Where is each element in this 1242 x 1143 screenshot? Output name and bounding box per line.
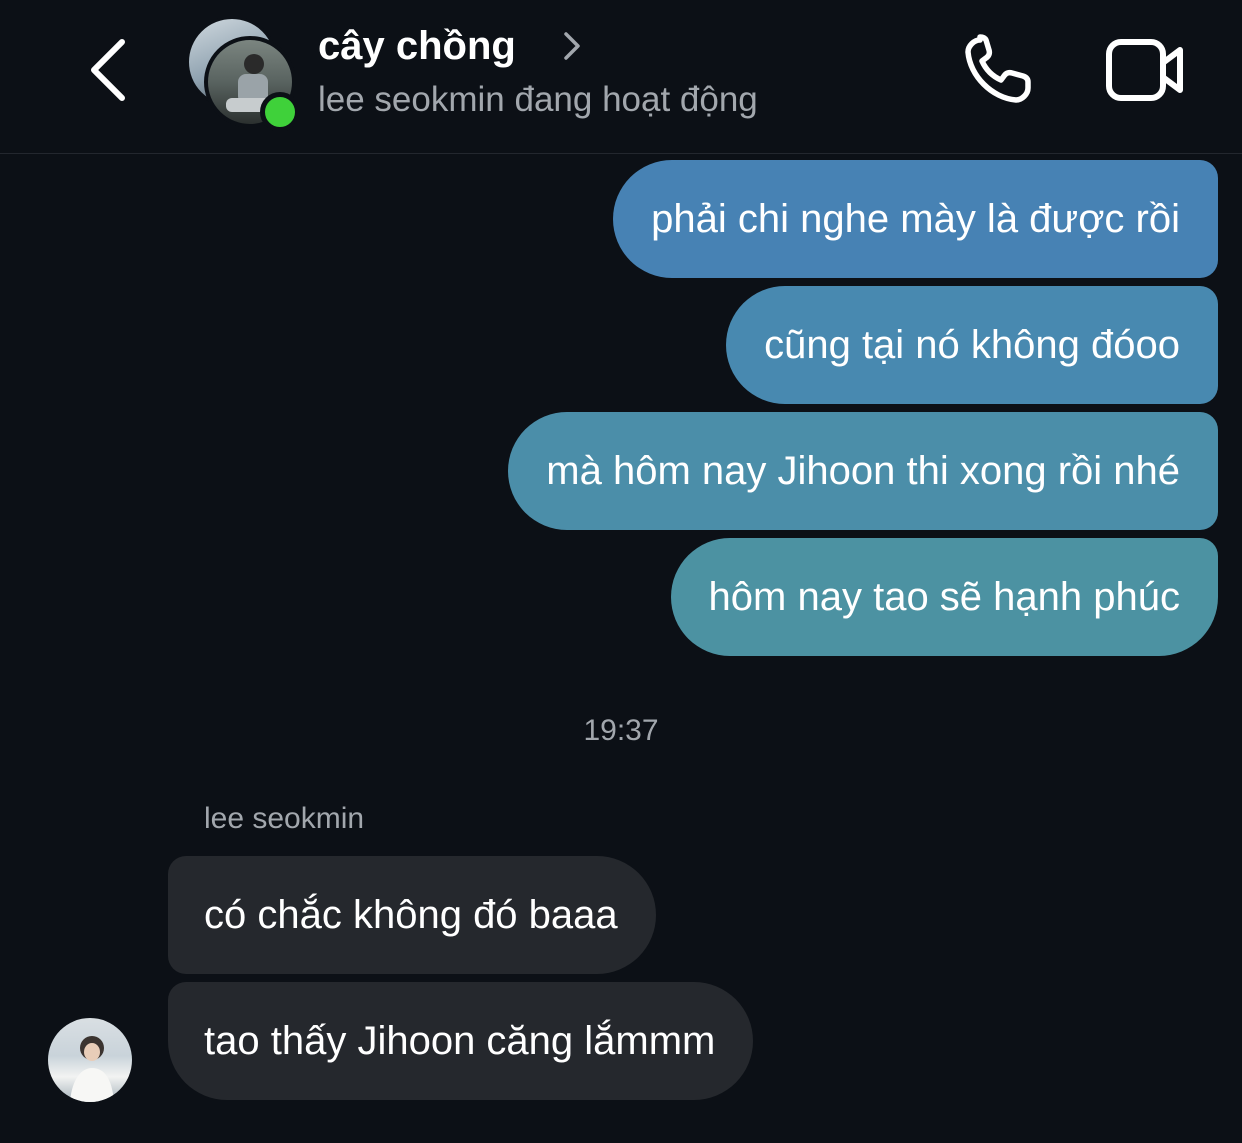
incoming-message[interactable]: có chắc không đó baaa xyxy=(168,856,656,974)
back-button[interactable] xyxy=(78,30,138,110)
outgoing-message[interactable]: hôm nay tao sẽ hạnh phúc xyxy=(670,538,1218,656)
group-avatar[interactable] xyxy=(186,16,300,132)
outgoing-message[interactable]: mà hôm nay Jihoon thi xong rồi nhé xyxy=(508,412,1218,530)
chat-header: cây chồng lee seokmin đang hoạt động xyxy=(0,0,1242,154)
sender-name: lee seokmin xyxy=(204,802,365,835)
person-photo-icon xyxy=(70,1036,114,1102)
outgoing-message[interactable]: phải chi nghe mày là được rồi xyxy=(613,160,1218,278)
sender-avatar[interactable] xyxy=(48,1018,132,1102)
chat-title[interactable]: cây chồng xyxy=(318,24,516,69)
incoming-message[interactable]: tao thấy Jihoon căng lắmmm xyxy=(168,982,754,1100)
active-status: lee seokmin đang hoạt động xyxy=(318,80,758,119)
phone-icon xyxy=(965,34,1031,103)
outgoing-message[interactable]: cũng tại nó không đóoo xyxy=(726,286,1218,404)
call-button[interactable] xyxy=(958,32,1038,108)
video-call-button[interactable] xyxy=(1104,36,1188,104)
chevron-left-icon xyxy=(91,39,125,101)
chevron-right-icon[interactable] xyxy=(560,26,584,66)
video-camera-icon xyxy=(1106,39,1183,101)
online-indicator xyxy=(260,92,300,132)
message-timestamp: 19:37 xyxy=(583,714,659,747)
